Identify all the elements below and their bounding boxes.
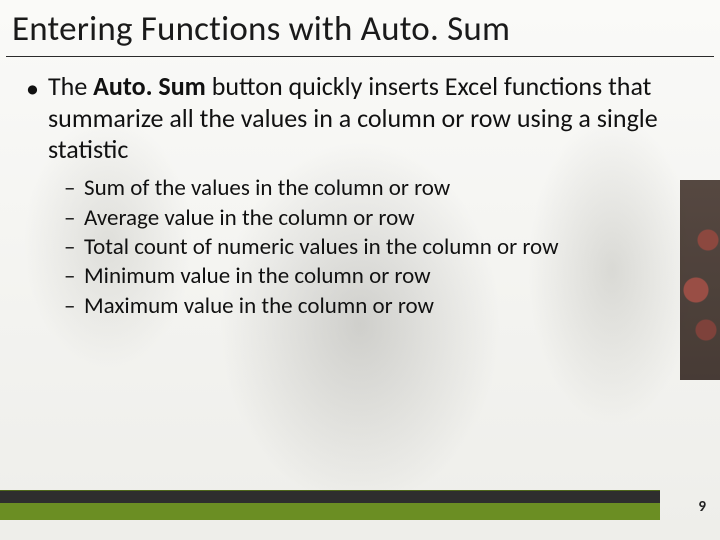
bullet-level-2: – Average value in the column or row <box>64 204 700 233</box>
sub-bullet-text: Minimum value in the column or row <box>84 262 700 291</box>
sub-bullet-list: – Sum of the values in the column or row… <box>20 174 700 321</box>
sub-bullet-text: Average value in the column or row <box>84 204 700 233</box>
bullet-level-2: – Sum of the values in the column or row <box>64 174 700 203</box>
slide-container: Entering Functions with Auto. Sum • The … <box>0 0 720 540</box>
slide-body: • The Auto. Sum button quickly inserts E… <box>0 57 720 321</box>
footer-accent-bar <box>0 490 660 520</box>
bullet-dot-icon: • <box>20 71 48 166</box>
bullet-text: The Auto. Sum button quickly inserts Exc… <box>48 71 700 166</box>
bullet-level-2: – Minimum value in the column or row <box>64 262 700 291</box>
bullet-bold: Auto. Sum <box>93 70 206 102</box>
bullet-level-2: – Total count of numeric values in the c… <box>64 233 700 262</box>
bullet-dash-icon: – <box>64 204 84 233</box>
sub-bullet-text: Maximum value in the column or row <box>84 292 700 321</box>
bullet-dash-icon: – <box>64 262 84 291</box>
slide-title: Entering Functions with Auto. Sum <box>0 0 720 56</box>
bullet-dash-icon: – <box>64 174 84 203</box>
bullet-dash-icon: – <box>64 292 84 321</box>
bullet-level-2: – Maximum value in the column or row <box>64 292 700 321</box>
bullet-level-1: • The Auto. Sum button quickly inserts E… <box>20 71 700 166</box>
page-number: 9 <box>698 498 706 516</box>
sub-bullet-text: Total count of numeric values in the col… <box>84 233 700 262</box>
bullet-prefix: The <box>48 70 93 102</box>
bullet-dash-icon: – <box>64 233 84 262</box>
sub-bullet-text: Sum of the values in the column or row <box>84 174 700 203</box>
